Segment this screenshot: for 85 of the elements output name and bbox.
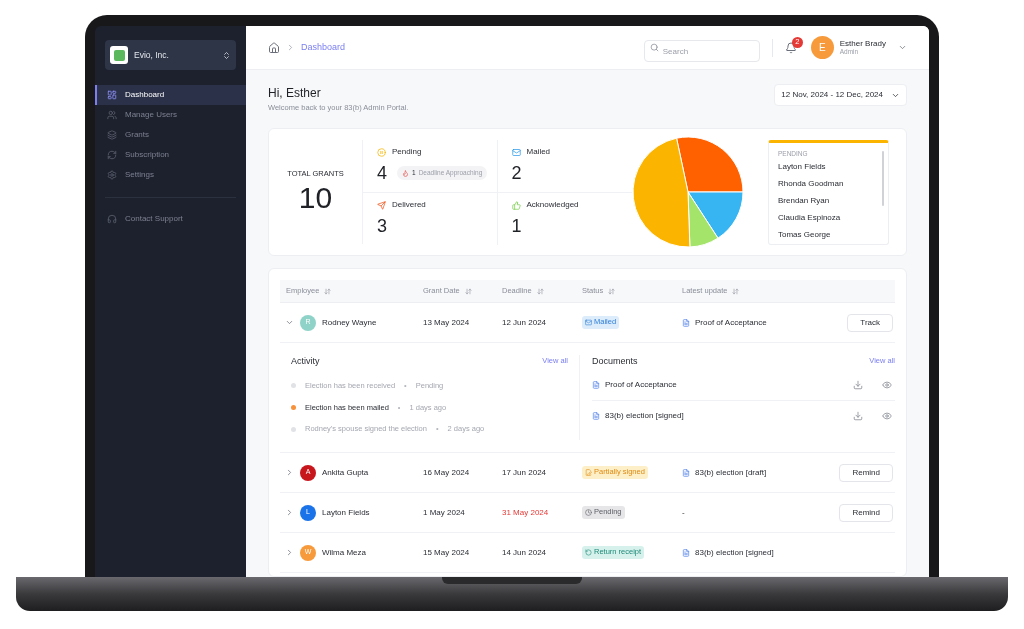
contact-support-link[interactable]: Contact Support xyxy=(95,210,246,228)
scrollbar xyxy=(882,150,884,206)
nav-item[interactable]: Subscription xyxy=(95,145,246,165)
search-icon xyxy=(649,43,659,52)
chevron-down-icon[interactable] xyxy=(285,318,294,327)
document-icon xyxy=(592,381,600,389)
stat-value: 4 xyxy=(377,164,387,182)
employee-name: Layton Fields xyxy=(322,506,370,519)
table-cell: 83(b) election [draft] xyxy=(695,466,767,479)
document-icon xyxy=(682,318,690,327)
stat-value: 1 xyxy=(511,217,522,235)
employee-name: Ankita Gupta xyxy=(322,466,369,479)
sort-icon[interactable] xyxy=(464,287,472,295)
table-cell-text: 14 Jun 2024 xyxy=(502,546,548,559)
date-range-picker[interactable]: 12 Nov, 2024 - 12 Dec, 2024 xyxy=(774,84,907,106)
refresh-icon xyxy=(107,150,117,160)
thumbs-up-icon xyxy=(511,200,521,210)
chevron-right-icon[interactable] xyxy=(285,548,294,557)
document-icon xyxy=(682,548,690,557)
table-cell-text: 13 May 2024 xyxy=(423,316,471,329)
action-button[interactable]: Track xyxy=(847,313,893,332)
sort-icon[interactable] xyxy=(732,287,740,295)
pending-name[interactable]: Tomas George xyxy=(778,226,888,244)
bell-icon[interactable] xyxy=(784,41,797,54)
settings-icon xyxy=(107,170,117,180)
home-icon[interactable] xyxy=(268,41,280,54)
eye-icon[interactable] xyxy=(882,410,892,421)
breadcrumb-link[interactable]: Dashboard xyxy=(301,40,346,55)
stat-label: Acknowledged xyxy=(526,199,579,211)
users-icon xyxy=(107,110,117,120)
pending-name[interactable]: Brendan Ryan xyxy=(778,192,888,210)
employee-name: Wilma Meza xyxy=(322,546,366,559)
company-logo-icon xyxy=(110,46,128,64)
layers-icon xyxy=(107,130,117,140)
nav-item[interactable]: Grants xyxy=(95,125,246,145)
stat-label: Pending xyxy=(392,146,422,158)
envelope-icon xyxy=(511,147,521,157)
chevron-right-icon[interactable] xyxy=(285,508,294,517)
greeting-title: Hi, Esther xyxy=(268,85,322,102)
headset-icon xyxy=(107,214,117,224)
table-cell-text: 1 May 2024 xyxy=(423,506,466,519)
document-icon xyxy=(592,411,600,420)
dashboard-icon xyxy=(107,90,117,100)
chevron-right-icon[interactable] xyxy=(285,468,294,477)
up-down-icon xyxy=(222,50,231,60)
search-field[interactable]: Search xyxy=(643,40,760,62)
sort-icon[interactable] xyxy=(608,287,616,295)
nav-item[interactable]: Manage Users xyxy=(95,105,246,125)
download-icon[interactable] xyxy=(853,410,863,421)
stat-value: 3 xyxy=(377,217,387,235)
total-grants-value: 10 xyxy=(298,179,333,216)
stat-value: 2 xyxy=(511,164,522,182)
table-cell-text: 31 May 2024 xyxy=(502,506,550,519)
document-name[interactable]: Proof of Acceptance xyxy=(605,379,848,391)
pending-name[interactable]: Rhonda Goodman xyxy=(778,175,888,193)
nav-item[interactable]: Dashboard xyxy=(95,85,246,105)
nav-item[interactable]: Settings xyxy=(95,165,246,185)
stat-label: Mailed xyxy=(526,146,551,158)
section-title: Documents xyxy=(592,355,638,368)
table-cell: - xyxy=(682,506,685,519)
table-cell: Proof of Acceptance xyxy=(695,316,767,329)
chevron-down-icon[interactable] xyxy=(898,43,907,52)
employee-name: Rodney Wayne xyxy=(322,316,377,329)
download-icon[interactable] xyxy=(853,380,863,390)
table-cell-text: 16 May 2024 xyxy=(423,466,471,479)
pending-name[interactable]: Claudia Espinoza xyxy=(778,209,888,227)
pending-name[interactable]: Layton Fields xyxy=(778,158,888,176)
table-cell-text: 12 Jun 2024 xyxy=(502,316,548,329)
table-cell-text: 15 May 2024 xyxy=(423,546,471,559)
document-icon xyxy=(682,468,690,477)
stat-label: Delivered xyxy=(392,199,426,211)
section-title: Activity xyxy=(291,355,320,368)
document-name[interactable]: 83(b) election [signed] xyxy=(605,409,848,422)
eye-icon[interactable] xyxy=(882,380,892,390)
company-switcher[interactable]: Evio, Inc. xyxy=(105,40,236,70)
user-name: Esther Brady xyxy=(839,38,886,49)
action-button[interactable]: Remind xyxy=(839,503,893,522)
sort-icon[interactable] xyxy=(536,287,544,295)
sort-icon[interactable] xyxy=(324,287,332,295)
action-button[interactable]: Remind xyxy=(839,463,893,482)
table-cell: 83(b) election [signed] xyxy=(695,546,774,559)
paper-plane-icon xyxy=(377,200,386,210)
pause-icon xyxy=(377,147,386,157)
chevron-right-icon xyxy=(286,43,295,52)
table-cell-text: 17 Jun 2024 xyxy=(502,466,548,479)
